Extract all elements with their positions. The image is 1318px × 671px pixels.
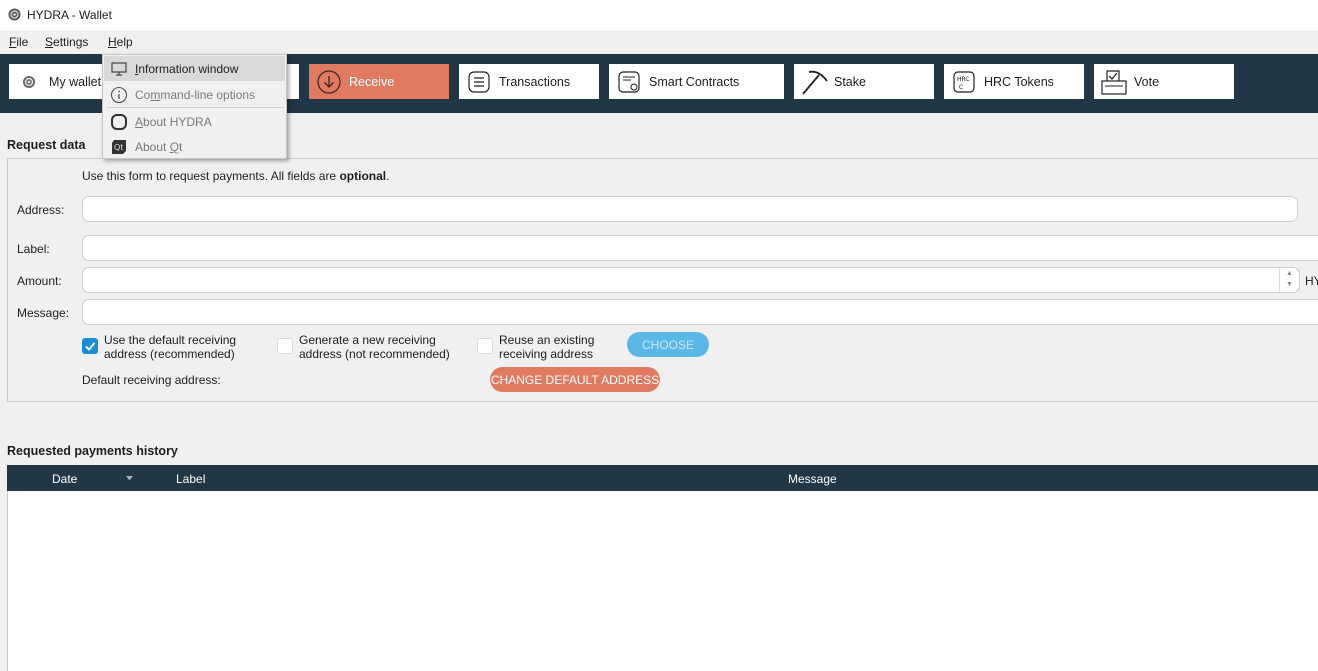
amount-label: Amount: — [17, 274, 62, 288]
form-intro-suffix: . — [386, 169, 390, 183]
svg-text:HRC: HRC — [957, 76, 970, 83]
tab-smart-contracts[interactable]: Smart Contracts — [609, 64, 784, 99]
choose-button[interactable]: CHOOSE — [627, 332, 709, 357]
menu-settings-mnemonic: S — [45, 35, 54, 49]
tab-transactions-label: Transactions — [499, 74, 571, 89]
sort-desc-icon[interactable] — [126, 476, 133, 481]
label-input[interactable] — [82, 235, 1318, 261]
ballot-box-icon — [1094, 64, 1134, 99]
amount-spinner[interactable]: ▲ ▼ — [1279, 268, 1299, 292]
tab-hrc-tokens[interactable]: HRC C HRC Tokens — [944, 64, 1084, 99]
address-input[interactable] — [82, 196, 1298, 222]
about-qt-prefix: About — [135, 140, 170, 154]
form-intro-bold: optional — [339, 169, 387, 183]
tab-my-wallet-label: My wallet — [49, 74, 102, 89]
history-table-header: Date Label Message — [7, 465, 1318, 491]
reuse-existing-address-line2: receiving address — [499, 347, 594, 361]
tab-transactions[interactable]: Transactions — [459, 64, 599, 99]
tab-receive-label: Receive — [349, 74, 395, 89]
request-data-title: Request data — [7, 138, 86, 152]
reuse-existing-address-line1: Reuse an existing — [499, 333, 595, 347]
change-default-address-button[interactable]: CHANGE DEFAULT ADDRESS — [490, 367, 660, 392]
tab-vote[interactable]: Vote — [1094, 64, 1234, 99]
generate-new-address-label: Generate a new receiving address (not re… — [299, 333, 450, 361]
use-default-address-line1: Use the default receiving — [104, 333, 237, 347]
amount-unit: HY — [1305, 274, 1318, 288]
wallet-icon — [9, 64, 49, 99]
history-table-body[interactable] — [7, 491, 1318, 671]
generate-new-address-line1: Generate a new receiving — [299, 333, 436, 347]
svg-text:C: C — [959, 84, 963, 91]
checkmark-icon — [85, 342, 96, 351]
menu-bar: File Settings Help — [0, 30, 1318, 54]
menu-file[interactable]: File — [9, 35, 28, 49]
column-message[interactable]: Message — [788, 472, 837, 486]
tab-stake[interactable]: Stake — [794, 64, 934, 99]
use-default-address-label: Use the default receiving address (recom… — [104, 333, 236, 361]
amount-input[interactable]: ▲ ▼ — [82, 267, 1300, 293]
about-qt-label: t — [179, 140, 183, 154]
menu-item-about-qt[interactable]: Qt About Qt — [104, 134, 285, 159]
pickaxe-icon — [794, 64, 834, 99]
form-intro: Use this form to request payments. All f… — [82, 169, 389, 183]
tab-smart-contracts-label: Smart Contracts — [649, 74, 740, 89]
message-label: Message: — [17, 306, 70, 320]
hrc-token-icon: HRC C — [944, 64, 984, 99]
generate-new-address-line2: address (not recommended) — [299, 347, 450, 361]
hydra-app-icon — [8, 8, 21, 21]
svg-text:Qt: Qt — [114, 143, 123, 152]
menu-item-about-hydra[interactable]: About HYDRA — [104, 109, 285, 134]
generate-new-address-checkbox[interactable] — [277, 338, 293, 354]
reuse-existing-address-label: Reuse an existing receiving address — [499, 333, 594, 361]
label-label: Label: — [17, 242, 50, 256]
form-intro-text: Use this form to request payments. All f… — [82, 169, 340, 183]
menu-help-label: elp — [116, 35, 133, 49]
menu-item-information-window[interactable]: Information window — [104, 56, 285, 81]
tab-stake-label: Stake — [834, 74, 866, 89]
hydra-logo-icon — [111, 114, 127, 130]
tab-vote-label: Vote — [1134, 74, 1160, 89]
tab-receive[interactable]: Receive — [309, 64, 449, 99]
request-form: Use this form to request payments. All f… — [7, 158, 1318, 402]
menu-settings-label: ettings — [53, 35, 89, 49]
history-title: Requested payments history — [7, 444, 178, 458]
address-label: Address: — [17, 203, 65, 217]
cmdline-label: mand-line options — [160, 88, 256, 102]
menu-help-mnemonic: H — [108, 35, 117, 49]
monitor-icon — [111, 62, 127, 76]
menu-item-command-line-options[interactable]: Command-line options — [104, 82, 285, 107]
about-hydra-mnemonic: A — [135, 115, 144, 129]
message-input[interactable] — [82, 299, 1318, 325]
window-title: HYDRA - Wallet — [27, 8, 112, 22]
default-address-label: Default receiving address: — [82, 373, 221, 387]
column-label[interactable]: Label — [176, 472, 205, 486]
qt-logo-icon: Qt — [112, 140, 126, 154]
help-menu-dropdown: Information window Command-line options … — [102, 54, 287, 159]
title-bar: HYDRA - Wallet — [0, 0, 1318, 30]
smart-contract-icon — [609, 64, 649, 99]
cmdline-mnemonic: m — [150, 88, 161, 102]
info-window-label: nformation window — [138, 62, 239, 76]
reuse-existing-address-checkbox[interactable] — [477, 338, 493, 354]
transactions-list-icon — [459, 64, 499, 99]
column-date[interactable]: Date — [52, 472, 77, 486]
info-icon — [110, 86, 128, 104]
menu-help[interactable]: Help — [108, 35, 133, 49]
about-qt-mnemonic: Q — [169, 140, 180, 154]
menu-file-label: ile — [16, 35, 29, 49]
menu-separator — [107, 107, 284, 108]
tab-hrc-tokens-label: HRC Tokens — [984, 74, 1054, 89]
menu-settings[interactable]: Settings — [45, 35, 88, 49]
use-default-address-line2: address (recommended) — [104, 347, 235, 361]
use-default-address-checkbox[interactable] — [82, 338, 98, 354]
cmdline-prefix: Co — [135, 88, 151, 102]
receive-arrow-icon — [309, 64, 349, 99]
about-hydra-label: bout HYDRA — [143, 115, 212, 129]
